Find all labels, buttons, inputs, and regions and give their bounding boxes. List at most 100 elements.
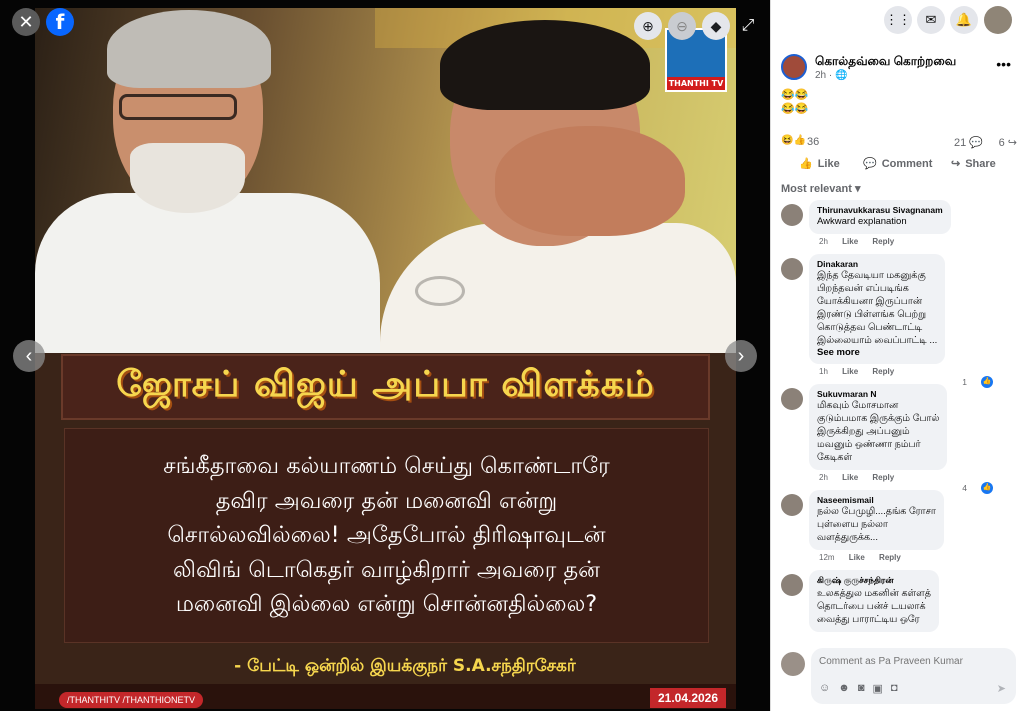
post-text: 😂😂 😂😂 <box>781 89 809 115</box>
post-actions: 👍 Like 💬 Comment ↪ Share <box>771 154 1024 176</box>
headline-box: ஜோசப் விஜய் அப்பா விளக்கம் <box>61 354 710 420</box>
facebook-logo-icon[interactable]: f <box>46 8 74 36</box>
comment-time[interactable]: 2h <box>819 473 828 482</box>
comment: கிருஷ் குருச்சந்திரன் உலகத்துல மகனின் கள… <box>779 570 1019 632</box>
post-time[interactable]: 2h · 🌐 <box>815 70 847 81</box>
comment-time[interactable]: 1h <box>819 367 828 376</box>
comment-text: நல்ல பேமுழி....தங்க ரோசா புள்ளைய நல்லா வ… <box>817 506 936 543</box>
right-person-hair <box>440 20 650 110</box>
comment: Sukuvmaran N மிகவும் மோசமான குடும்பமாக இ… <box>779 384 1019 494</box>
bell-icon[interactable]: 🔔 <box>950 6 978 34</box>
quote-box: சங்கீதாவை கல்யாணம் செய்து கொண்டாரே தவிர … <box>64 428 709 643</box>
reactions-count[interactable]: 36 <box>807 136 819 148</box>
shares-count[interactable]: 6 ↪ <box>999 136 1017 149</box>
comment-icon: 💬 <box>863 158 877 170</box>
comment-text: உலகத்துல மகனின் கள்ளத் தொடர்பை பன்ச் டயல… <box>817 588 931 625</box>
comment-reply-button[interactable]: Reply <box>872 237 894 246</box>
send-icon[interactable]: ➤ <box>997 682 1006 695</box>
chevron-down-icon: ▾ <box>854 183 861 195</box>
channel-name: THANTHI TV <box>667 77 725 90</box>
comment-meta: 1h Like Reply 1 👍 <box>819 367 1019 388</box>
comment-reply-button[interactable]: Reply <box>872 367 894 376</box>
comment-like-button[interactable]: Like <box>842 237 858 246</box>
comment: Thirunavukkarasu Sivagnanam Awkward expl… <box>779 200 1019 246</box>
headline: ஜோசப் விஜய் அப்பா விளக்கம் <box>116 364 655 405</box>
comment-text: மிகவும் மோசமான குடும்பமாக இருக்கும் போல்… <box>817 400 940 463</box>
comment-bubble: Sukuvmaran N மிகவும் மோசமான குடும்பமாக இ… <box>809 384 948 470</box>
avatar-sticker-icon[interactable]: ☺ <box>819 682 830 695</box>
heart-hands <box>495 126 685 236</box>
commenter-avatar[interactable] <box>781 574 803 596</box>
author-name[interactable]: கொல்தவ்வை கொற்றவை <box>815 54 956 70</box>
commenter-name[interactable]: Naseemismail <box>817 495 936 505</box>
fullscreen-icon[interactable]: ⤢ <box>734 12 762 40</box>
chevron-left-icon[interactable]: ‹ <box>13 340 45 372</box>
camera-icon[interactable]: ◙ <box>858 682 865 695</box>
comment-box: ☺ ☻ ◙ ▣ ◘ ➤ <box>811 648 1016 704</box>
profile-avatar[interactable] <box>984 6 1012 34</box>
menu-grid-icon[interactable]: ⋮⋮ <box>884 6 912 34</box>
comment-input[interactable] <box>819 656 999 667</box>
comment-bubble: Naseemismail நல்ல பேமுழி....தங்க ரோசா பு… <box>809 490 944 550</box>
commenter-name[interactable]: Sukuvmaran N <box>817 389 939 399</box>
commenter-avatar[interactable] <box>781 494 803 516</box>
comment-reply-button[interactable]: Reply <box>872 473 894 482</box>
like-button[interactable]: 👍 Like <box>799 157 840 171</box>
top-bar: ⋮⋮ ✉ 🔔 <box>771 0 1024 42</box>
commenter-name[interactable]: Dinakaran <box>817 259 937 269</box>
emoji-icon[interactable]: ☻ <box>838 682 850 695</box>
photo-viewer: THANTHI TV ஜோசப் விஜய் அப்பா விளக்கம் சங… <box>0 0 770 711</box>
comment-button[interactable]: 💬 Comment <box>863 157 932 171</box>
close-icon[interactable]: ✕ <box>12 8 40 36</box>
left-person-beard <box>130 143 245 213</box>
comment-like-button[interactable]: Like <box>849 553 865 562</box>
post-photo[interactable]: THANTHI TV ஜோசப் விஜய் அப்பா விளக்கம் சங… <box>35 8 736 709</box>
more-options-icon[interactable]: ••• <box>996 56 1011 72</box>
messenger-icon[interactable]: ✉ <box>917 6 945 34</box>
comment-like-button[interactable]: Like <box>842 473 858 482</box>
share-icon: ↪ <box>951 158 961 170</box>
author-avatar[interactable] <box>781 54 807 80</box>
comment-text: இந்த தேவடியா மகனுக்கு பிறந்தவன் எப்படிங்… <box>817 270 938 346</box>
thumbs-up-icon: 👍 <box>799 158 813 170</box>
comment-text: Awkward explanation <box>817 216 907 227</box>
commenter-name[interactable]: கிருஷ் குருச்சந்திரன் <box>817 575 931 587</box>
comment-time[interactable]: 2h <box>819 237 828 246</box>
date-badge: 21.04.2026 <box>650 688 726 708</box>
comment-reply-button[interactable]: Reply <box>879 553 901 562</box>
comment: Dinakaran இந்த தேவடியா மகனுக்கு பிறந்தவன… <box>779 254 1019 388</box>
zoom-in-icon[interactable]: ⊕ <box>634 12 662 40</box>
comment-like-button[interactable]: Like <box>842 367 858 376</box>
zoom-out-icon[interactable]: ⊖ <box>668 12 696 40</box>
social-handles: /THANTHITV /THANTHIONETV <box>59 692 203 708</box>
comment-meta: 2h Like Reply <box>819 237 1019 246</box>
comments-count[interactable]: 21 💬 <box>954 136 983 149</box>
commenter-avatar[interactable] <box>781 204 803 226</box>
reaction-icons[interactable]: 😆👍 <box>781 135 806 146</box>
my-avatar[interactable] <box>781 652 805 676</box>
quote-source: - பேட்டி ஒன்றில் இயக்குநர் S.A.சந்திரசேக… <box>234 656 576 676</box>
left-person-glasses <box>119 94 237 120</box>
comment-bubble: கிருஷ் குருச்சந்திரன் உலகத்துல மகனின் கள… <box>809 570 939 632</box>
commenter-avatar[interactable] <box>781 388 803 410</box>
comment-meta: 2h Like Reply 4 👍 <box>819 473 1019 494</box>
quote-text: சங்கீதாவை கல்யாணம் செய்து கொண்டாரே தவிர … <box>163 453 610 618</box>
share-button[interactable]: ↪ Share <box>951 157 996 171</box>
post-stats: 😆👍 36 21 💬 6 ↪ <box>781 135 1017 151</box>
chevron-right-icon[interactable]: › <box>725 340 757 372</box>
comment: Naseemismail நல்ல பேமுழி....தங்க ரோசா பு… <box>779 490 1019 562</box>
see-more-link[interactable]: See more <box>817 347 937 358</box>
commenter-name[interactable]: Thirunavukkarasu Sivagnanam <box>817 205 943 215</box>
comment-time[interactable]: 12m <box>819 553 835 562</box>
sort-dropdown[interactable]: Most relevant ▾ <box>781 182 861 195</box>
globe-icon: 🌐 <box>835 70 848 81</box>
gif-icon[interactable]: ▣ <box>872 682 882 695</box>
post-header: கொல்தவ்வை கொற்றவை 2h · 🌐 ••• <box>781 52 1017 84</box>
left-person-hair <box>107 10 271 88</box>
tag-icon[interactable]: ◆ <box>702 12 730 40</box>
commenter-avatar[interactable] <box>781 258 803 280</box>
sticker-icon[interactable]: ◘ <box>891 682 898 695</box>
comment-meta: 12m Like Reply <box>819 553 1019 562</box>
post-panel: ⋮⋮ ✉ 🔔 கொல்தவ்வை கொற்றவை 2h · 🌐 ••• 😂😂 😂… <box>770 0 1024 711</box>
comments-list: Thirunavukkarasu Sivagnanam Awkward expl… <box>779 200 1019 642</box>
